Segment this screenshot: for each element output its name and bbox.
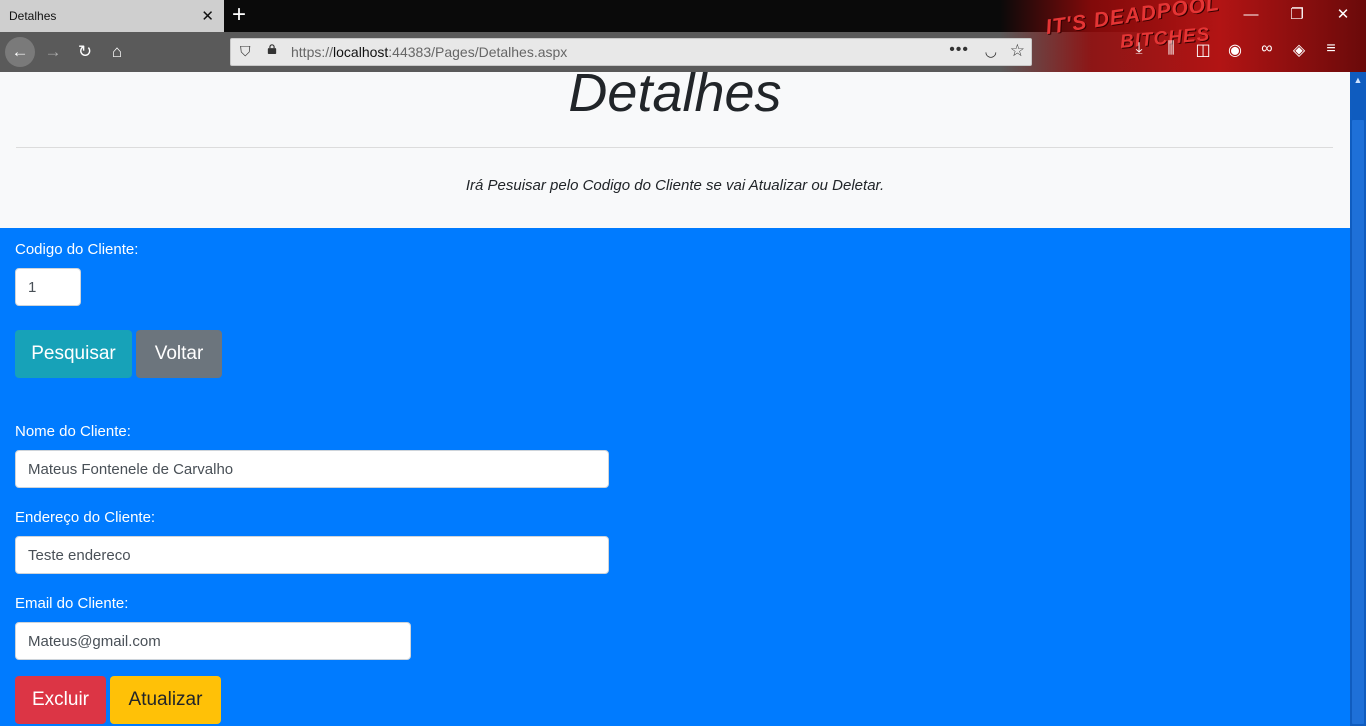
browser-theme-art: IT'S DEADPOOL BITCHES — ❐ ✕ (1000, 0, 1366, 72)
email-label: Email do Cliente: (15, 595, 129, 612)
new-tab-icon[interactable]: + (232, 2, 246, 28)
account-icon[interactable]: ◉ (1226, 40, 1244, 60)
restore-icon[interactable]: ❐ (1274, 0, 1320, 32)
scrollbar-thumb[interactable] (1352, 120, 1364, 724)
vertical-scrollbar[interactable]: ▲ (1350, 72, 1366, 726)
endereco-label: Endereço do Cliente: (15, 509, 156, 526)
pocket-icon[interactable]: ◡ (985, 43, 997, 60)
codigo-label: Codigo do Cliente: (15, 241, 139, 258)
url-host: localhost (333, 44, 389, 60)
forward-icon[interactable]: → (38, 37, 68, 67)
excluir-button[interactable]: Excluir (15, 676, 106, 724)
close-window-icon[interactable]: ✕ (1320, 0, 1366, 32)
url-path: :44383/Pages/Detalhes.aspx (388, 44, 568, 60)
star-icon[interactable]: ☆ (1010, 41, 1025, 61)
tab-title: Detalhes (9, 9, 57, 23)
endereco-input[interactable] (15, 536, 609, 574)
download-icon[interactable]: ⤓ (1130, 40, 1148, 60)
address-bar[interactable]: ⛉ https://localhost:44383/Pages/Detalhes… (230, 38, 1032, 66)
page-content: Detalhes Irá Pesuisar pelo Codigo do Cli… (0, 72, 1350, 726)
pesquisar-button[interactable]: Pesquisar (15, 330, 132, 378)
codigo-input[interactable] (15, 268, 81, 306)
nome-input[interactable] (15, 450, 609, 488)
page-title: Detalhes (568, 72, 782, 123)
browser-tab[interactable]: Detalhes ✕ (0, 0, 224, 32)
voltar-button[interactable]: Voltar (136, 330, 222, 378)
email-input[interactable] (15, 622, 411, 660)
shield-icon[interactable]: ⛉ (240, 43, 251, 60)
url-text: https://localhost:44383/Pages/Detalhes.a… (291, 44, 567, 60)
nome-label: Nome do Cliente: (15, 423, 131, 440)
tab-close-icon[interactable]: ✕ (201, 7, 214, 25)
atualizar-button[interactable]: Atualizar (110, 676, 221, 724)
toolbar-icons: ⤓ ⫼ ◫ ◉ ∞ ◈ ≡ (1130, 40, 1340, 60)
scroll-up-icon[interactable]: ▲ (1350, 72, 1366, 88)
lock-icon[interactable] (267, 44, 277, 54)
more-icon[interactable]: ••• (949, 41, 969, 59)
page-subtitle: Irá Pesuisar pelo Codigo do Cliente se v… (465, 177, 885, 194)
back-icon[interactable]: ← (5, 37, 35, 67)
url-scheme: https:// (291, 44, 334, 60)
library-icon[interactable]: ⫼ (1162, 40, 1180, 60)
reload-icon[interactable]: ↻ (70, 37, 100, 67)
header-jumbotron: Detalhes Irá Pesuisar pelo Codigo do Cli… (0, 72, 1350, 228)
ublock-icon[interactable]: ◈ (1290, 40, 1308, 60)
home-icon[interactable]: ⌂ (102, 37, 132, 67)
sidebar-icon[interactable]: ◫ (1194, 40, 1212, 60)
menu-icon[interactable]: ≡ (1322, 40, 1340, 60)
window-controls: — ❐ ✕ (1228, 0, 1366, 32)
minimize-icon[interactable]: — (1228, 0, 1274, 32)
extension-icon[interactable]: ∞ (1258, 40, 1276, 60)
divider (16, 147, 1333, 148)
